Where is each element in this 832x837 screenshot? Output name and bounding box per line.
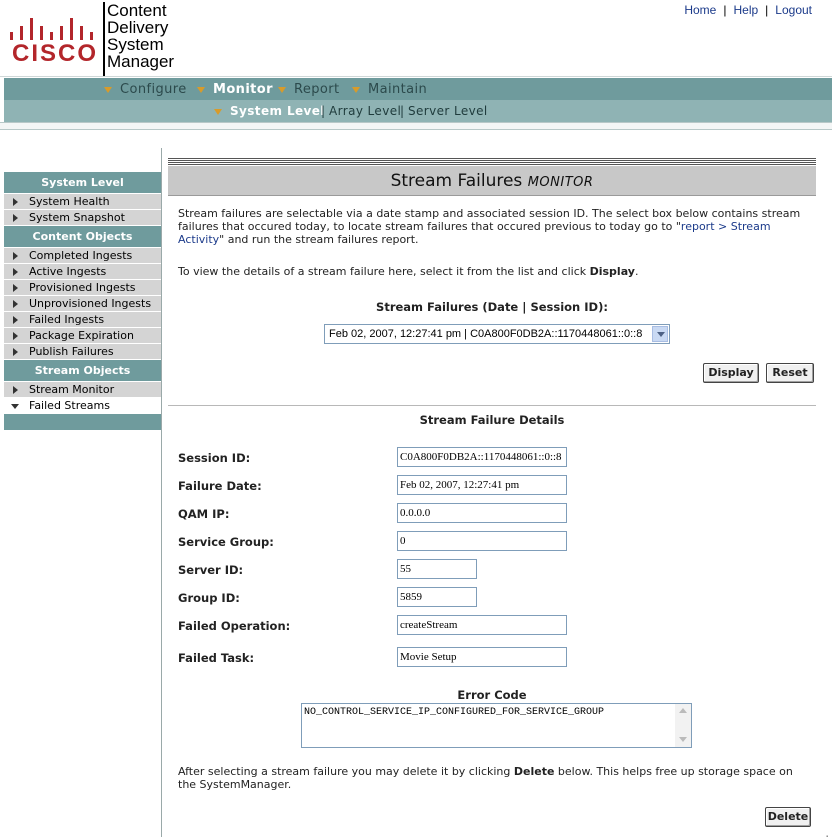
sidebar-footer bbox=[4, 414, 161, 430]
triangle-right-icon bbox=[13, 214, 18, 222]
sidebar-item-failed-ingests[interactable]: Failed Ingests bbox=[4, 312, 161, 328]
brand-text: CISCO bbox=[12, 40, 99, 67]
service-group-field[interactable]: 0 bbox=[397, 531, 567, 551]
nav-bullet-icon bbox=[214, 108, 222, 115]
nav-bullet-icon bbox=[104, 86, 112, 93]
group-id-label: Group ID: bbox=[178, 591, 240, 605]
triangle-right-icon bbox=[13, 198, 18, 206]
scroll-down-arrow-icon[interactable] bbox=[675, 733, 691, 747]
details-title: Stream Failure Details bbox=[419, 413, 565, 427]
error-code-title: Error Code bbox=[457, 688, 527, 702]
nav-bullet-icon bbox=[278, 86, 286, 93]
logo-divider bbox=[103, 2, 105, 76]
qam-ip-label: QAM IP: bbox=[178, 507, 230, 521]
sidebar-header-system-level: System Level bbox=[4, 172, 161, 194]
subnav-array-level[interactable]: Array Level bbox=[329, 104, 401, 118]
sidebar-item-provisioned-ingests[interactable]: Provisioned Ingests bbox=[4, 280, 161, 296]
product-name: Content Delivery System Manager bbox=[107, 1, 175, 71]
group-id-field[interactable]: 5859 bbox=[397, 587, 477, 607]
nav-bullet-icon bbox=[352, 86, 360, 93]
triangle-right-icon bbox=[13, 316, 18, 324]
sidebar-item-completed-ingests[interactable]: Completed Ingests bbox=[4, 248, 161, 264]
top-links: Home | Help | Logout bbox=[684, 3, 812, 17]
page-title: Stream Failures Monitor bbox=[168, 166, 816, 196]
subnav-server-level[interactable]: Server Level bbox=[408, 104, 488, 118]
service-group-label: Service Group: bbox=[178, 535, 274, 549]
page-subtitle: Monitor bbox=[527, 175, 594, 190]
failure-date-label: Failure Date: bbox=[178, 479, 262, 493]
delete-instructions: After selecting a stream failure you may… bbox=[178, 765, 793, 791]
triangle-right-icon bbox=[13, 284, 18, 292]
display-button[interactable]: Display bbox=[703, 363, 759, 383]
nav-underline bbox=[0, 122, 832, 130]
reset-button[interactable]: Reset bbox=[766, 363, 814, 383]
triangle-down-icon bbox=[11, 404, 19, 409]
sidebar-item-stream-monitor[interactable]: Stream Monitor bbox=[4, 382, 161, 398]
sidebar-item-publish-failures[interactable]: Publish Failures bbox=[4, 344, 161, 360]
triangle-right-icon bbox=[13, 386, 18, 394]
error-code-scrollbar[interactable] bbox=[675, 704, 691, 747]
logout-link[interactable]: Logout bbox=[775, 3, 812, 17]
nav-monitor[interactable]: Monitor bbox=[197, 82, 273, 97]
server-id-field[interactable]: 55 bbox=[397, 559, 477, 579]
section-divider bbox=[168, 405, 816, 406]
sidebar-item-active-ingests[interactable]: Active Ingests bbox=[4, 264, 161, 280]
error-code-textarea[interactable]: NO_CONTROL_SERVICE_IP_CONFIGURED_FOR_SER… bbox=[301, 703, 692, 748]
failed-task-label: Failed Task: bbox=[178, 651, 255, 665]
sidebar-item-system-health[interactable]: System Health bbox=[4, 194, 161, 210]
delete-button[interactable]: Delete bbox=[765, 807, 811, 827]
sidebar-item-unprovisioned-ingests[interactable]: Unprovisioned Ingests bbox=[4, 296, 161, 312]
cisco-bridge-icon bbox=[8, 10, 96, 40]
chevron-down-icon[interactable] bbox=[652, 326, 668, 342]
cisco-logo[interactable]: CISCO bbox=[4, 6, 100, 72]
failure-date-field[interactable]: Feb 02, 2007, 12:27:41 pm bbox=[397, 475, 567, 495]
secondary-nav: System Level | Array Level | Server Leve… bbox=[4, 100, 832, 122]
help-link[interactable]: Help bbox=[733, 3, 758, 17]
server-id-label: Server ID: bbox=[178, 563, 244, 577]
failed-operation-label: Failed Operation: bbox=[178, 619, 291, 633]
stream-failures-select[interactable]: Feb 02, 2007, 12:27:41 pm | C0A800F0DB2A… bbox=[324, 324, 670, 344]
view-instructions: To view the details of a stream failure … bbox=[178, 265, 639, 278]
sidebar: System Level System Health System Snapsh… bbox=[4, 172, 161, 430]
triangle-right-icon bbox=[13, 300, 18, 308]
home-link[interactable]: Home bbox=[684, 3, 716, 17]
qam-ip-field[interactable]: 0.0.0.0 bbox=[397, 503, 567, 523]
select-label: Stream Failures (Date | Session ID): bbox=[376, 300, 608, 314]
nav-report[interactable]: Report bbox=[278, 82, 340, 97]
subnav-system-level[interactable]: System Level bbox=[214, 104, 325, 118]
session-id-label: Session ID: bbox=[178, 451, 251, 465]
nav-bullet-icon bbox=[197, 86, 205, 93]
subnav-divider: | bbox=[400, 104, 405, 118]
title-stripes bbox=[168, 158, 816, 166]
triangle-right-icon bbox=[13, 268, 18, 276]
sidebar-header-content-objects: Content Objects bbox=[4, 226, 161, 248]
session-id-field[interactable]: C0A800F0DB2A::1170448061::0::8 bbox=[397, 447, 567, 467]
failed-operation-field[interactable]: createStream bbox=[397, 615, 567, 635]
triangle-right-icon bbox=[13, 252, 18, 260]
triangle-right-icon bbox=[13, 348, 18, 356]
failed-task-field[interactable]: Movie Setup bbox=[397, 647, 567, 667]
scroll-up-arrow-icon[interactable] bbox=[675, 704, 691, 718]
nav-maintain[interactable]: Maintain bbox=[352, 82, 427, 97]
primary-nav: Configure Monitor Report Maintain bbox=[4, 78, 832, 100]
sidebar-item-system-snapshot[interactable]: System Snapshot bbox=[4, 210, 161, 226]
sidebar-item-failed-streams[interactable]: Failed Streams bbox=[4, 398, 161, 414]
triangle-right-icon bbox=[13, 332, 18, 340]
nav-configure[interactable]: Configure bbox=[104, 82, 187, 97]
sidebar-header-stream-objects: Stream Objects bbox=[4, 360, 161, 382]
header: CISCO Content Delivery System Manager Ho… bbox=[0, 0, 832, 77]
main-content: Stream Failures Monitor Stream failures … bbox=[168, 158, 816, 827]
sidebar-divider bbox=[161, 148, 162, 837]
sidebar-item-package-expiration[interactable]: Package Expiration bbox=[4, 328, 161, 344]
subnav-divider: | bbox=[321, 104, 326, 118]
intro-text: Stream failures are selectable via a dat… bbox=[178, 207, 801, 246]
